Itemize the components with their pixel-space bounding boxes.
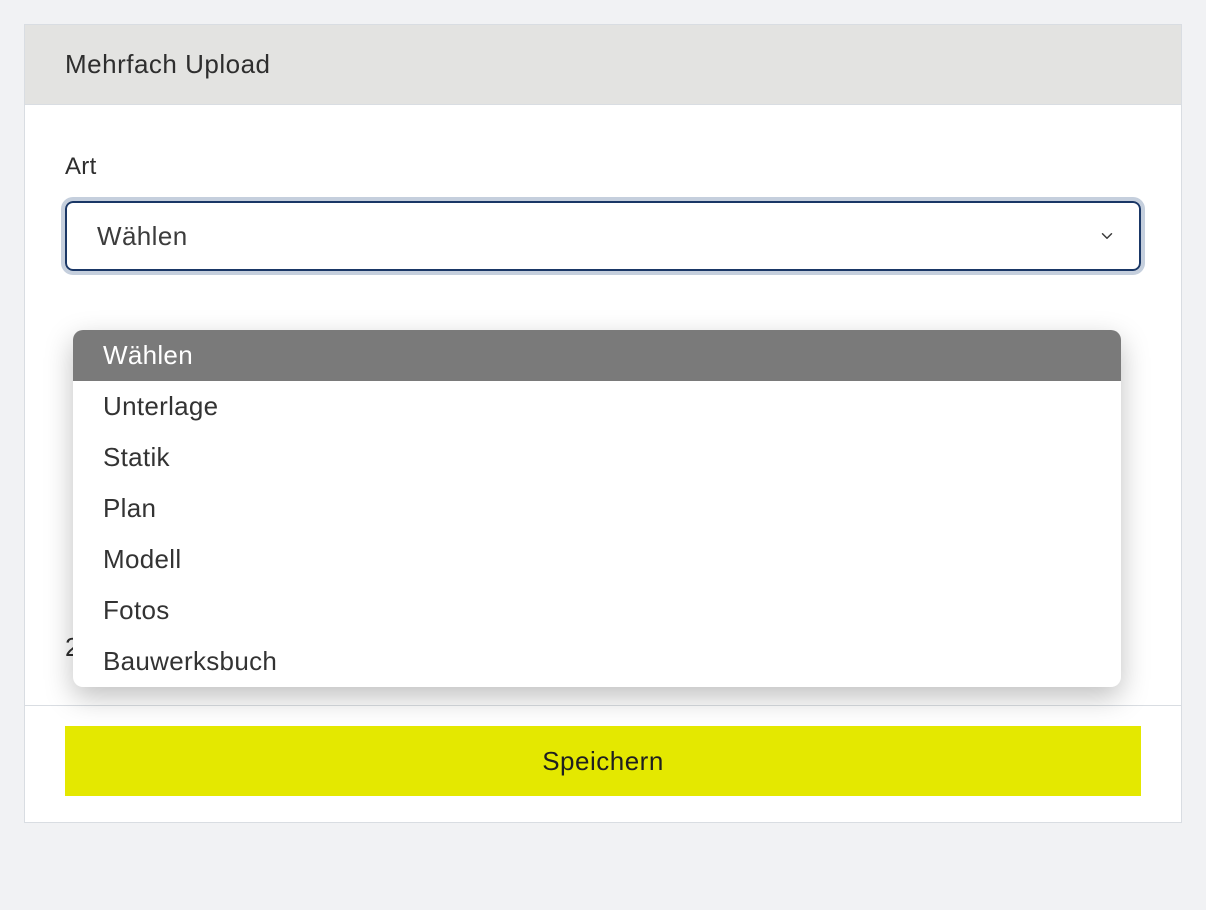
art-option-waehlen[interactable]: Wählen [73,330,1121,381]
save-button[interactable]: Speichern [65,726,1141,796]
art-option-unterlage[interactable]: Unterlage [73,381,1121,432]
art-select-wrap: Wählen [65,201,1141,271]
art-option-fotos[interactable]: Fotos [73,585,1121,636]
card-header: Mehrfach Upload [25,25,1181,105]
art-option-plan[interactable]: Plan [73,483,1121,534]
card-body: Art Wählen 20 MB pro Datei, 20 MB insges… [25,105,1181,705]
art-label: Art [65,153,1141,181]
art-dropdown: Wählen Unterlage Statik Plan Modell Foto… [73,330,1121,687]
art-option-modell[interactable]: Modell [73,534,1121,585]
art-select[interactable]: Wählen [65,201,1141,271]
card-title: Mehrfach Upload [65,49,1141,80]
chevron-down-icon [1097,226,1117,246]
upload-card: Mehrfach Upload Art Wählen 20 MB pro Dat… [24,24,1182,823]
card-footer: Speichern [25,705,1181,822]
art-option-bauwerksbuch[interactable]: Bauwerksbuch [73,636,1121,687]
art-option-statik[interactable]: Statik [73,432,1121,483]
art-select-value: Wählen [97,221,188,252]
